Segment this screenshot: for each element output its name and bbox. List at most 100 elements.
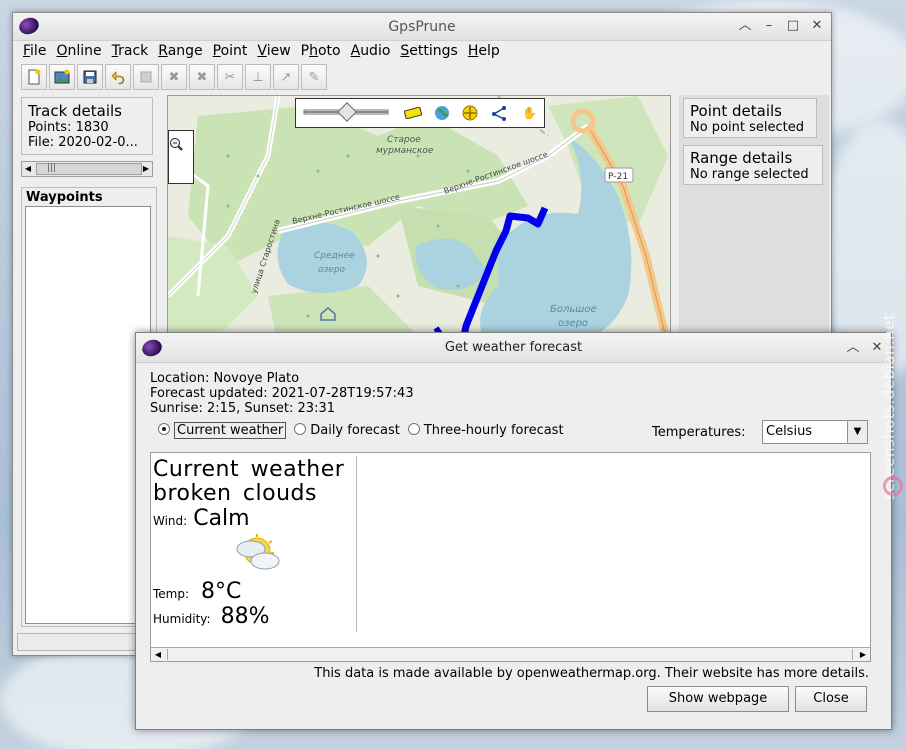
delete-range-icon[interactable]: ✖ bbox=[189, 64, 215, 90]
waypoints-heading: Waypoints bbox=[26, 190, 103, 205]
menubar: File Online Track Range Point View Photo… bbox=[13, 41, 831, 63]
chevron-down-icon[interactable]: ▼ bbox=[847, 421, 867, 443]
current-weather-column: Current weather broken clouds Wind: Calm … bbox=[151, 456, 357, 632]
wind-value: Calm bbox=[193, 506, 250, 531]
range-details-panel: Range details No range selected bbox=[683, 145, 823, 185]
new-file-icon[interactable] bbox=[21, 64, 47, 90]
radio-unselected-icon bbox=[294, 423, 307, 435]
menu-audio[interactable]: Audio bbox=[351, 41, 397, 63]
undo-icon[interactable] bbox=[105, 64, 131, 90]
temperature-unit-select[interactable]: Celsius ▼ bbox=[762, 420, 868, 444]
close-button[interactable]: Close bbox=[795, 686, 867, 712]
temp-label: Temp: bbox=[153, 587, 190, 601]
toolbar: ✖ ✖ ✂ ⟂ ↗ ✎ bbox=[19, 63, 825, 91]
map-control-bar: ✋ bbox=[295, 98, 545, 128]
radio-daily-forecast[interactable]: Daily forecast bbox=[294, 423, 400, 438]
show-webpage-button[interactable]: Show webpage bbox=[647, 686, 789, 712]
track-details-heading: Track details bbox=[28, 102, 122, 120]
connect-points-icon[interactable] bbox=[492, 105, 508, 121]
debian-logo-icon bbox=[883, 476, 903, 496]
map-view[interactable]: Старое мурманское Верхне-Ростинское шосс… bbox=[167, 95, 671, 345]
map-canvas: Старое мурманское Верхне-Ростинское шосс… bbox=[168, 96, 670, 344]
dialog-title: Get weather forecast bbox=[444, 340, 583, 355]
edit-point-icon[interactable] bbox=[133, 64, 159, 90]
wind-label: Wind: bbox=[153, 514, 188, 528]
scroll-thumb[interactable] bbox=[167, 649, 853, 660]
waypoints-list[interactable] bbox=[25, 206, 151, 624]
connect-icon[interactable]: ↗ bbox=[273, 64, 299, 90]
point-details-status: No point selected bbox=[690, 120, 804, 135]
pan-icon[interactable] bbox=[462, 105, 478, 121]
scroll-left-icon[interactable]: ◀ bbox=[151, 648, 165, 661]
load-photo-icon[interactable] bbox=[49, 64, 75, 90]
menu-online[interactable]: Online bbox=[56, 41, 107, 63]
scroll-right-icon[interactable]: ▶ bbox=[140, 162, 152, 176]
point-details-heading: Point details bbox=[690, 102, 782, 120]
weather-description: broken clouds bbox=[153, 481, 317, 506]
menu-help[interactable]: Help bbox=[468, 41, 506, 63]
menu-point[interactable]: Point bbox=[213, 41, 254, 63]
menu-track[interactable]: Track bbox=[112, 41, 155, 63]
temperatures-label: Temperatures: bbox=[652, 425, 746, 440]
radio-three-hourly-forecast[interactable]: Three-hourly forecast bbox=[407, 423, 564, 438]
main-titlebar[interactable]: GpsPrune ︿ – □ ✕ bbox=[13, 13, 831, 41]
menu-settings[interactable]: Settings bbox=[400, 41, 463, 63]
credits-text: This data is made available by openweath… bbox=[314, 666, 869, 681]
window-title: GpsPrune bbox=[388, 19, 456, 35]
map-label-p21: Р-21 bbox=[608, 172, 628, 182]
map-label-bolshoe: Большое bbox=[550, 304, 597, 315]
radio-current-weather[interactable]: Current weather bbox=[158, 422, 287, 439]
current-weather-heading: Current weather bbox=[153, 457, 345, 482]
zoom-out-icon[interactable] bbox=[169, 138, 193, 183]
radio-selected-icon bbox=[158, 423, 170, 435]
shade-icon[interactable]: ︿ bbox=[845, 340, 861, 356]
zoom-controls bbox=[168, 130, 194, 184]
maximize-icon[interactable]: □ bbox=[785, 18, 801, 34]
delete-point-icon[interactable]: ✖ bbox=[161, 64, 187, 90]
track-file-name: File: 2020-02-0... bbox=[28, 135, 138, 150]
scroll-thumb[interactable]: ||| bbox=[36, 163, 142, 175]
temp-value: 8°C bbox=[201, 579, 242, 604]
menu-view[interactable]: View bbox=[257, 41, 296, 63]
forecast-scrollbar[interactable]: ◀ ▶ bbox=[151, 647, 870, 661]
menu-photo[interactable]: Photo bbox=[301, 41, 347, 63]
save-icon[interactable] bbox=[77, 64, 103, 90]
dialog-titlebar[interactable]: Get weather forecast ︿ ✕ bbox=[136, 333, 891, 363]
location-label: Location: Novoye Plato bbox=[150, 371, 300, 386]
edit-icon[interactable]: ✎ bbox=[301, 64, 327, 90]
map-label-srednee: Среднее bbox=[314, 251, 355, 261]
map-label-ozero-1: озеро bbox=[318, 265, 346, 275]
track-details-panel: Track details Points: 1830 File: 2020-02… bbox=[21, 97, 153, 155]
track-scrollbar[interactable]: ◀ ||| ▶ bbox=[21, 161, 153, 177]
add-point-icon[interactable]: ⟂ bbox=[245, 64, 271, 90]
drag-hand-icon[interactable]: ✋ bbox=[522, 106, 537, 120]
scroll-left-icon[interactable]: ◀ bbox=[22, 162, 34, 176]
minimize-icon[interactable]: – bbox=[761, 18, 777, 34]
sun-times-label: Sunrise: 2:15, Sunset: 23:31 bbox=[150, 401, 336, 416]
map-label-murmanskoe: мурманское bbox=[376, 146, 434, 156]
scale-icon[interactable] bbox=[404, 107, 422, 119]
shade-icon[interactable]: ︿ bbox=[737, 18, 753, 34]
menu-range[interactable]: Range bbox=[158, 41, 208, 63]
scroll-right-icon[interactable]: ▶ bbox=[856, 648, 870, 661]
forecast-info: Location: Novoye Plato Forecast updated:… bbox=[150, 371, 414, 416]
crop-icon[interactable]: ✂ bbox=[217, 64, 243, 90]
temperature-unit-value: Celsius bbox=[766, 424, 813, 439]
menu-file[interactable]: File bbox=[23, 41, 52, 63]
map-label-staroye: Старое bbox=[387, 135, 421, 145]
forecast-updated-label: Forecast updated: 2021-07-28T19:57:43 bbox=[150, 386, 414, 401]
close-icon[interactable]: ✕ bbox=[809, 18, 825, 34]
humidity-label: Humidity: bbox=[153, 612, 211, 626]
broken-clouds-icon bbox=[227, 533, 287, 573]
weather-dialog: Get weather forecast ︿ ✕ Location: Novoy… bbox=[135, 332, 892, 730]
track-points-count: Points: 1830 bbox=[28, 120, 109, 135]
range-details-heading: Range details bbox=[690, 149, 793, 167]
range-details-status: No range selected bbox=[690, 167, 809, 182]
radio-unselected-icon bbox=[407, 423, 420, 435]
humidity-value: 88% bbox=[220, 604, 270, 629]
map-label-ozero-2: озеро bbox=[558, 318, 588, 329]
forecast-panel: Current weather broken clouds Wind: Calm … bbox=[150, 452, 871, 662]
forecast-type-radios: Current weather Daily forecast Three-hou… bbox=[158, 422, 564, 439]
map-layers-icon[interactable] bbox=[434, 105, 450, 121]
point-details-panel: Point details No point selected bbox=[683, 98, 817, 138]
